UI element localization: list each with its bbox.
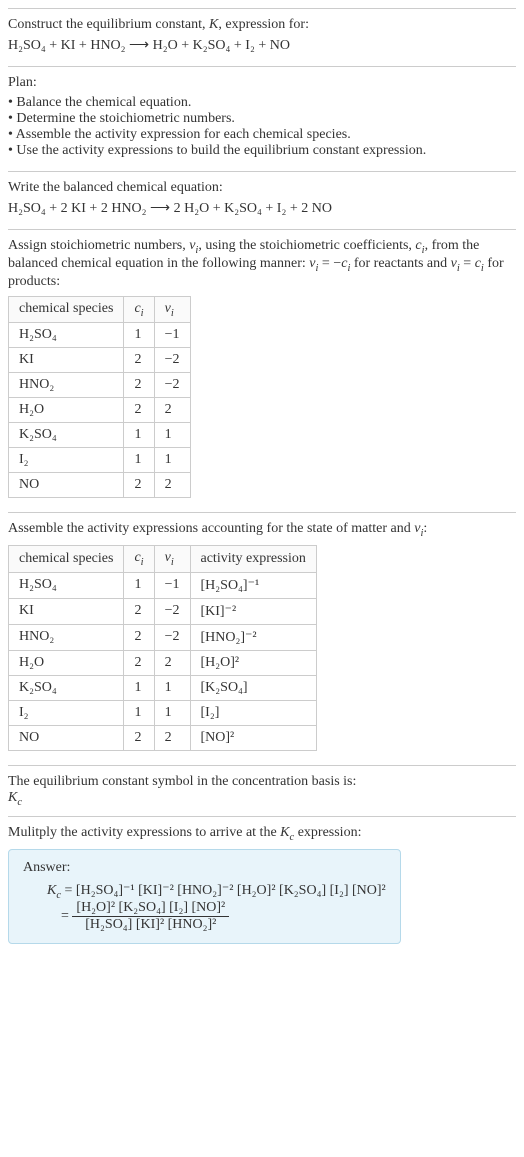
- equals-sign: =: [61, 909, 72, 924]
- table-row: KI2−2: [9, 348, 191, 373]
- plan-item: Determine the stoichiometric numbers.: [8, 111, 516, 127]
- kc-numerator: [H₂O]² [K₂SO₄] [I₂] [NO]²: [72, 900, 229, 917]
- balanced-equation: H₂SO₄ + 2 KI + 2 HNO₂ ⟶ 2 H₂O + K₂SO₄ + …: [8, 200, 516, 217]
- table-row: HNO₂2−2: [9, 373, 191, 398]
- prompt-equation: H₂SO₄ + KI + HNO₂ ⟶ H₂O + K₂SO₄ + I₂ + N…: [8, 37, 516, 54]
- balanced-section: Write the balanced chemical equation: H₂…: [8, 171, 516, 229]
- table-row: NO22[NO]²: [9, 725, 317, 750]
- col-ci: ci: [124, 296, 154, 323]
- activity-section: Assemble the activity expressions accoun…: [8, 512, 516, 765]
- stoich-table: chemical species ci νi H₂SO₄1−1 KI2−2 HN…: [8, 296, 191, 499]
- activity-table: chemical species ci νi activity expressi…: [8, 545, 317, 751]
- plan-list: Balance the chemical equation. Determine…: [8, 95, 516, 159]
- table-row: HNO₂2−2[HNO₂]⁻²: [9, 624, 317, 650]
- kc-line1: Kc = [H₂SO₄]⁻¹ [KI]⁻² [HNO₂]⁻² [H₂O]² [K…: [47, 882, 386, 901]
- multiply-section: Mulitply the activity expressions to arr…: [8, 816, 516, 953]
- symbol-section: The equilibrium constant symbol in the c…: [8, 765, 516, 816]
- kc-line1-rhs: [H₂SO₄]⁻¹ [KI]⁻² [HNO₂]⁻² [H₂O]² [K₂SO₄]…: [76, 883, 386, 898]
- kc-line2: = [H₂O]² [K₂SO₄] [I₂] [NO]² [H₂SO₄] [KI]…: [47, 900, 386, 933]
- prompt-line1: Construct the equilibrium constant, K, e…: [8, 17, 516, 33]
- table-row: H₂SO₄1−1: [9, 323, 191, 348]
- table-header-row: chemical species ci νi activity expressi…: [9, 546, 317, 573]
- col-species: chemical species: [9, 296, 124, 323]
- stoich-section: Assign stoichiometric numbers, νi, using…: [8, 229, 516, 512]
- activity-heading: Assemble the activity expressions accoun…: [8, 521, 516, 539]
- table-row: I₂11: [9, 448, 191, 473]
- col-vi: νi: [154, 296, 190, 323]
- table-row: H₂O22[H₂O]²: [9, 650, 317, 675]
- kc-fraction: [H₂O]² [K₂SO₄] [I₂] [NO]² [H₂SO₄] [KI]² …: [72, 900, 229, 933]
- K-symbol: K: [209, 17, 218, 32]
- prompt-section: Construct the equilibrium constant, K, e…: [8, 8, 516, 66]
- plan-item: Balance the chemical equation.: [8, 95, 516, 111]
- table-row: H₂O22: [9, 398, 191, 423]
- table-row: NO22: [9, 473, 191, 498]
- kc-denominator: [H₂SO₄] [KI]² [HNO₂]²: [72, 917, 229, 933]
- table-row: K₂SO₄11: [9, 423, 191, 448]
- plan-item: Assemble the activity expression for eac…: [8, 127, 516, 143]
- multiply-heading: Mulitply the activity expressions to arr…: [8, 825, 516, 843]
- kc-expression: Kc = [H₂SO₄]⁻¹ [KI]⁻² [HNO₂]⁻² [H₂O]² [K…: [23, 882, 386, 934]
- kc-symbol: Kc: [8, 790, 516, 808]
- table-row: KI2−2[KI]⁻²: [9, 598, 317, 624]
- table-header-row: chemical species ci νi: [9, 296, 191, 323]
- table-row: K₂SO₄11[K₂SO₄]: [9, 675, 317, 700]
- col-vi: νi: [154, 546, 190, 573]
- col-activity: activity expression: [190, 546, 316, 573]
- table-row: I₂11[I₂]: [9, 700, 317, 725]
- plan-section: Plan: Balance the chemical equation. Det…: [8, 66, 516, 171]
- col-species: chemical species: [9, 546, 124, 573]
- balanced-heading: Write the balanced chemical equation:: [8, 180, 516, 196]
- answer-label: Answer:: [23, 860, 386, 876]
- col-ci: ci: [124, 546, 154, 573]
- answer-box: Answer: Kc = [H₂SO₄]⁻¹ [KI]⁻² [HNO₂]⁻² […: [8, 849, 401, 945]
- symbol-heading: The equilibrium constant symbol in the c…: [8, 774, 516, 790]
- stoich-heading: Assign stoichiometric numbers, νi, using…: [8, 238, 516, 290]
- plan-item: Use the activity expressions to build th…: [8, 143, 516, 159]
- plan-heading: Plan:: [8, 75, 516, 91]
- table-row: H₂SO₄1−1[H₂SO₄]⁻¹: [9, 572, 317, 598]
